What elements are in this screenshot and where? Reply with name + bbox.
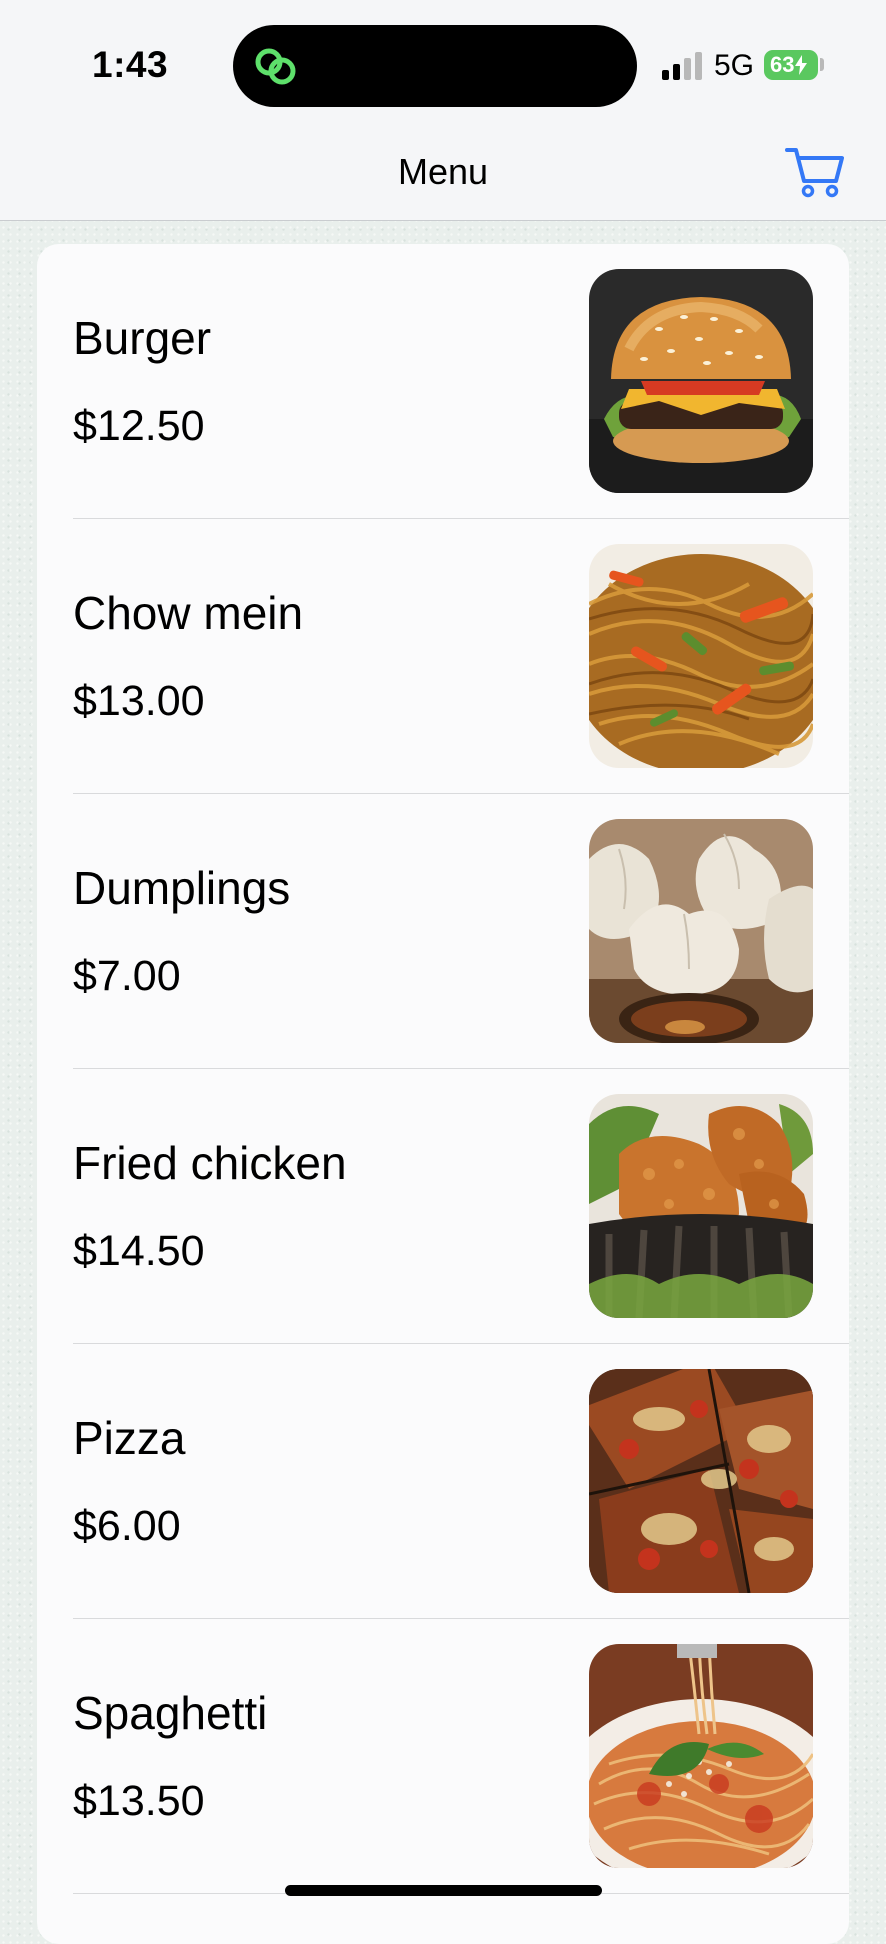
battery-level: 63 <box>770 52 795 77</box>
item-price: $13.50 <box>73 1777 205 1825</box>
cellular-signal-icon <box>662 52 702 80</box>
network-type: 5G <box>714 49 755 82</box>
spaghetti-photo <box>589 1644 813 1868</box>
battery-icon: 63 <box>764 50 818 80</box>
status-bar: 1:43 5G 63 <box>0 0 886 125</box>
item-name: Burger <box>73 312 212 364</box>
menu-item-fried-chicken[interactable]: Fried chicken $14.50 <box>37 1069 849 1344</box>
menu-item-pizza[interactable]: Pizza $6.00 <box>37 1344 849 1619</box>
page-title: Menu <box>397 151 489 192</box>
item-price: $7.00 <box>73 952 181 1000</box>
chow-mein-photo <box>589 544 813 768</box>
pizza-photo <box>589 1369 813 1593</box>
status-time: 1:43 <box>92 44 169 85</box>
item-price: $12.50 <box>73 402 205 450</box>
cart-icon <box>785 148 844 198</box>
menu-item-burger[interactable]: Burger $12.50 <box>37 244 849 519</box>
item-name: Spaghetti <box>73 1687 268 1739</box>
item-name: Pizza <box>73 1412 186 1464</box>
item-price: $14.50 <box>73 1227 205 1275</box>
dynamic-island <box>233 25 637 107</box>
menu-list: Burger $12.50 Chow mein $13.00 Dumplings… <box>37 244 849 1944</box>
charging-bolt-icon <box>795 55 808 75</box>
item-price: $13.00 <box>73 677 205 725</box>
link-app-icon <box>255 48 296 85</box>
dumplings-photo <box>589 819 813 1043</box>
cart-button[interactable] <box>784 143 846 199</box>
menu-item-chow-mein[interactable]: Chow mein $13.00 <box>37 519 849 794</box>
menu-item-dumplings[interactable]: Dumplings $7.00 <box>37 794 849 1069</box>
fried-chicken-photo <box>589 1094 813 1318</box>
burger-photo <box>589 269 813 493</box>
battery-tip <box>820 58 824 71</box>
item-name: Dumplings <box>73 862 291 914</box>
item-price: $6.00 <box>73 1502 181 1550</box>
home-indicator[interactable] <box>285 1885 602 1896</box>
menu-item-spaghetti[interactable]: Spaghetti $13.50 <box>37 1619 849 1894</box>
item-name: Chow mein <box>73 587 304 639</box>
navigation-bar: Menu <box>0 125 886 221</box>
item-name: Fried chicken <box>73 1137 347 1189</box>
